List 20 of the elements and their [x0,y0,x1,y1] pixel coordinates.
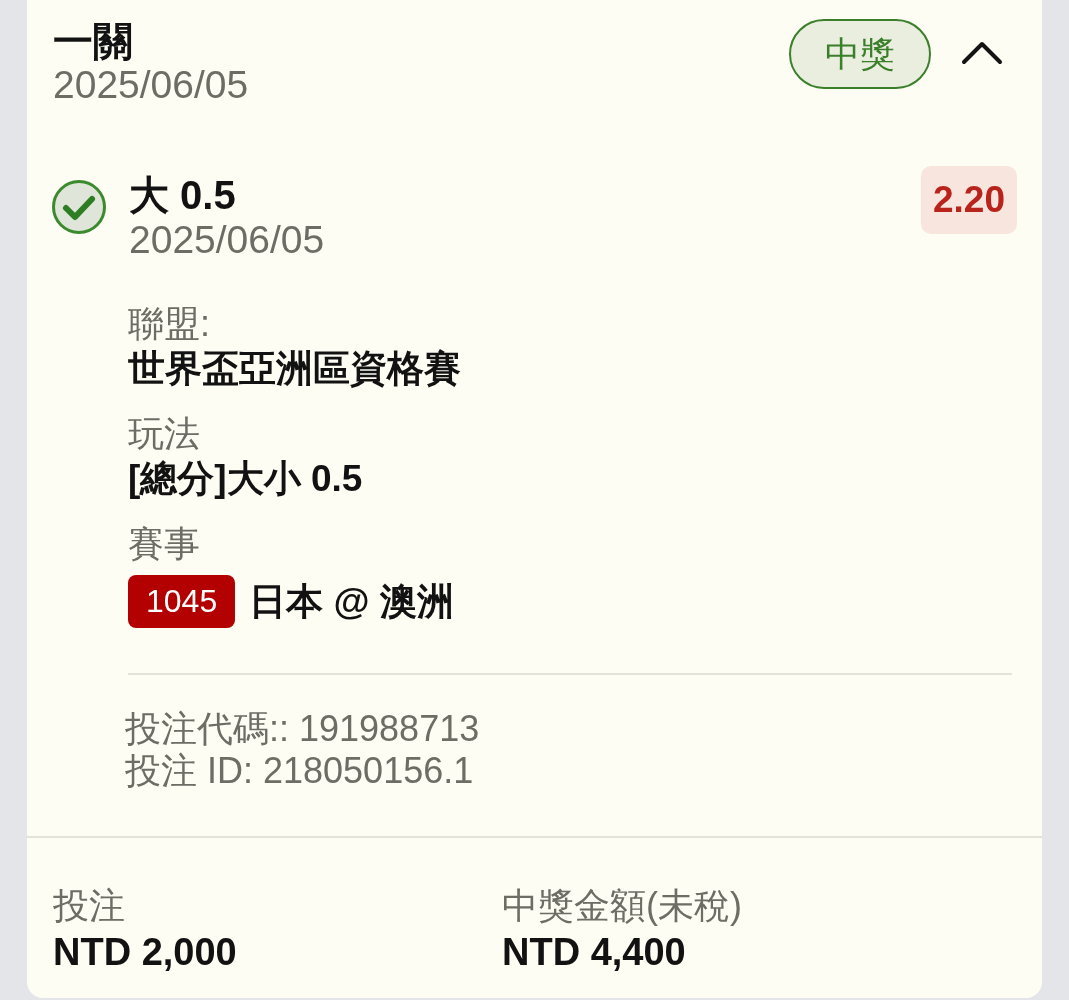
field-label: 聯盟: [128,302,210,346]
odds-badge: 2.20 [921,166,1017,234]
summary-label: 投注 [53,884,125,928]
bet-reference: 投注代碼:: 191988713 [125,708,480,750]
summary-label: 中獎金額(未稅) [502,884,742,928]
bet-date: 2025/06/05 [53,64,249,106]
match-number-badge: 1045 [128,575,236,628]
summary-value: NTD 2,000 [53,930,237,975]
selection-date: 2025/06/05 [129,218,325,262]
status-badge: 中獎 [789,19,931,89]
field-value: 日本 @ 澳洲 [249,579,454,624]
field-value: 世界盃亞洲區資格賽 [128,347,461,391]
bet-reference: 投注 ID: 218050156.1 [125,750,474,792]
field-value: [總分]大小 0.5 [128,457,363,501]
bet-title: 一關 [53,18,133,64]
selection-title: 大 0.5 [129,172,236,218]
summary-value: NTD 4,400 [502,930,686,975]
field-label: 賽事 [128,522,200,566]
field-label: 玩法 [128,412,200,456]
chevron-up-icon[interactable] [961,41,1003,65]
